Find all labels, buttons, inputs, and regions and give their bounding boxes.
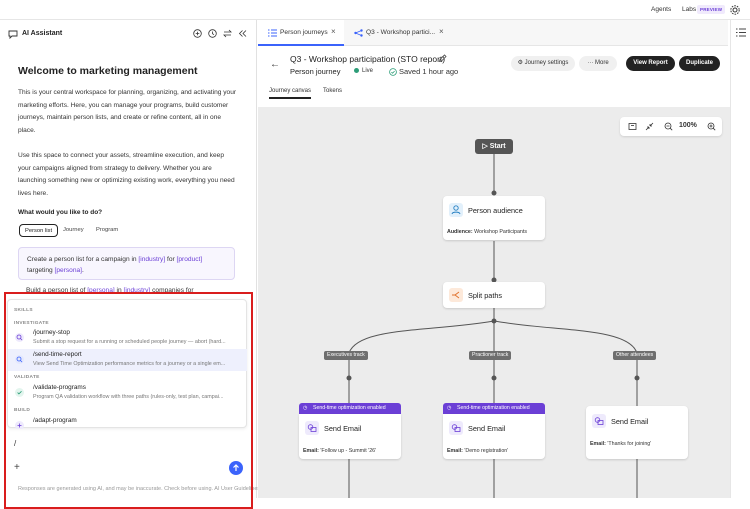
tab-journey-canvas[interactable]: Journey canvas	[269, 88, 312, 99]
node-label: Person audience	[468, 206, 523, 215]
send-email-node-3[interactable]: Send Email Email: 'Thanks for joining'	[586, 406, 688, 459]
tab-label: Q3 - Workshop partici...	[366, 29, 436, 36]
history-icon[interactable]	[208, 29, 217, 38]
journey-header: ← Q3 - Workshop participation (STO repor…	[258, 47, 730, 107]
node-label: Split paths	[468, 291, 503, 300]
gear-icon[interactable]	[729, 4, 741, 16]
tab-person-journeys[interactable]: Person journeys ×	[258, 20, 344, 46]
properties-icon[interactable]	[736, 28, 746, 37]
zoom-in-icon[interactable]	[707, 122, 716, 131]
close-icon[interactable]: ×	[331, 27, 336, 36]
track-label-executives: Executives track	[324, 351, 368, 360]
journey-icon	[354, 29, 363, 37]
email-icon	[305, 421, 319, 435]
global-topbar: Agents Labs PREVIEW	[0, 0, 750, 20]
swap-icon[interactable]	[223, 29, 232, 38]
zoom-level: 100%	[679, 122, 697, 129]
collapse-arrows-icon[interactable]	[645, 122, 654, 131]
journey-canvas[interactable]: 100% ▷ Start Person audience Audience: W…	[258, 107, 730, 498]
labs-link[interactable]: Labs	[682, 6, 696, 13]
more-button[interactable]: ··· More	[579, 56, 617, 71]
person-audience-node[interactable]: Person audience Audience: Workshop Parti…	[443, 196, 545, 240]
sto-badge: ◷ Send-time optimization enabled	[443, 403, 545, 414]
list-icon	[268, 29, 277, 37]
tab-tokens[interactable]: Tokens	[323, 88, 342, 94]
chip-program[interactable]: Program	[91, 224, 123, 237]
start-node[interactable]: ▷ Start	[475, 139, 513, 154]
close-icon[interactable]: ×	[439, 27, 444, 36]
intro-paragraph-2: Use this space to connect your assets, s…	[18, 152, 235, 197]
split-paths-node[interactable]: Split paths	[443, 282, 545, 308]
journey-type: Person journey	[290, 67, 341, 76]
assistant-title: AI Assistant	[22, 30, 63, 37]
canvas-toolbar: 100%	[620, 117, 722, 136]
send-email-node-2[interactable]: Send Email Email: 'Demo registration'	[443, 414, 545, 459]
right-rail	[730, 20, 750, 498]
suggestion-card[interactable]: Create a person list for a campaign in […	[18, 247, 235, 280]
clock-icon: ◷	[303, 405, 308, 411]
email-icon	[449, 421, 463, 435]
node-meta: Email: 'Follow up - Summit '26'	[303, 448, 377, 454]
settings-icon: ⚙	[517, 60, 525, 66]
node-label: Send Email	[324, 424, 362, 433]
tab-bar: Person journeys × Q3 - Workshop partici.…	[258, 20, 728, 46]
new-chat-icon[interactable]	[193, 29, 202, 38]
view-report-button[interactable]: View Report	[626, 56, 675, 71]
check-circle-icon	[389, 68, 397, 76]
chat-bubble-icon	[8, 30, 18, 39]
node-meta: Email: 'Thanks for joining'	[590, 441, 652, 447]
send-email-node-1[interactable]: Send Email Email: 'Follow up - Summit '2…	[299, 414, 401, 459]
tab-label: Person journeys	[280, 29, 328, 36]
journey-title: Q3 - Workshop participation (STO report)	[290, 54, 446, 64]
email-icon	[592, 414, 606, 428]
back-arrow-icon[interactable]: ←	[270, 59, 280, 70]
person-icon	[449, 203, 463, 217]
assistant-header: AI Assistant	[0, 20, 257, 47]
preview-badge: PREVIEW	[697, 5, 726, 14]
node-meta: Email: 'Demo registration'	[447, 448, 509, 454]
agents-link[interactable]: Agents	[651, 6, 671, 13]
saved-status: Saved 1 hour ago	[389, 67, 458, 76]
tab-workshop-journey[interactable]: Q3 - Workshop partici... ×	[344, 20, 456, 46]
chip-person-list[interactable]: Person list	[19, 224, 59, 237]
duplicate-button[interactable]: Duplicate	[679, 56, 720, 71]
track-label-other: Other attendees	[613, 351, 657, 360]
fit-screen-icon[interactable]	[628, 122, 637, 131]
node-label: Send Email	[611, 417, 649, 426]
split-icon	[449, 288, 463, 302]
prompt-question: What would you like to do?	[18, 209, 103, 216]
chip-journey[interactable]: Journey	[58, 224, 89, 237]
edit-pencil-icon[interactable]	[438, 54, 447, 63]
ellipsis-icon: ···	[587, 60, 595, 66]
highlight-box	[4, 292, 253, 509]
intro-paragraph: This is your central workspace for plann…	[18, 89, 237, 134]
clock-icon: ◷	[447, 405, 452, 411]
play-icon: ▷	[482, 143, 490, 150]
node-label: Send Email	[468, 424, 506, 433]
track-label-practioner: Practioner track	[469, 351, 512, 360]
collapse-panel-icon[interactable]	[238, 29, 247, 38]
welcome-title: Welcome to marketing management	[18, 65, 198, 77]
journey-settings-button[interactable]: ⚙ Journey settings	[511, 56, 575, 71]
live-dot	[354, 68, 359, 73]
status-badge: Live	[354, 68, 373, 74]
sto-badge: ◷ Send-time optimization enabled	[299, 403, 401, 414]
zoom-out-icon[interactable]	[664, 122, 673, 131]
node-meta: Audience: Workshop Participants	[447, 229, 527, 235]
ai-assistant-panel: AI Assistant Welcome to marketing manage…	[0, 20, 260, 509]
